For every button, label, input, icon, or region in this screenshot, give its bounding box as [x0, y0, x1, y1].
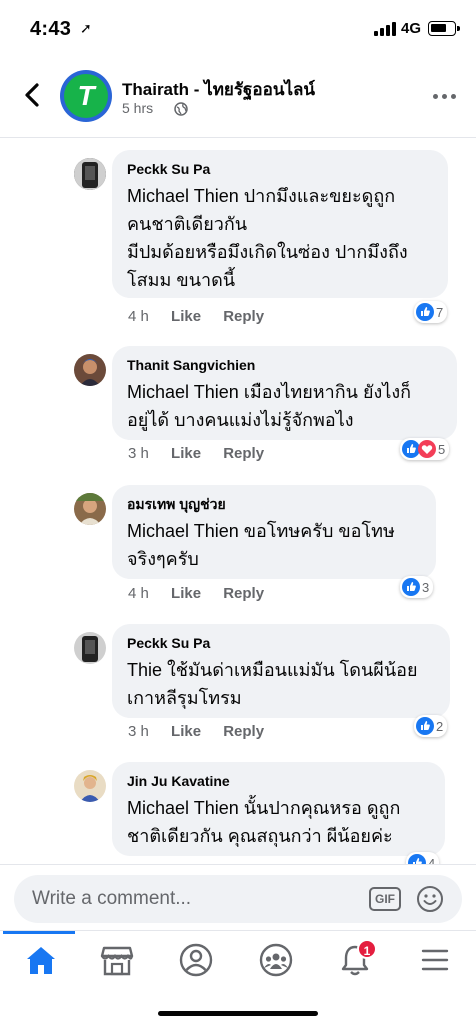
menu-icon	[421, 949, 449, 971]
back-arrow-icon	[25, 83, 39, 107]
comment-bubble: Peckk Su Pa Michael Thien ปากมึงและขยะดู…	[112, 150, 448, 298]
post-header: T Thairath - ไทยรัฐออนไลน์ 5 hrs	[0, 58, 476, 138]
tab-profile[interactable]	[158, 931, 238, 993]
comment-actions: 4 h Like Reply	[128, 585, 282, 602]
comment-author[interactable]: อมรเทพ บุญช่วย	[127, 495, 422, 513]
profile-icon	[179, 943, 213, 977]
comment-text: Michael Thien เมืองไทยหากิน ยังไงก็ อยู่…	[127, 382, 412, 430]
marketplace-icon	[100, 946, 134, 976]
reaction-summary[interactable]: 3	[400, 576, 434, 598]
comment-bubble: Thanit Sangvichien Michael Thien เมืองไท…	[112, 346, 457, 440]
tab-home[interactable]	[3, 931, 83, 993]
reaction-count: 5	[438, 441, 446, 457]
love-reaction-icon	[418, 440, 436, 458]
comment-time: 4 h	[128, 308, 149, 325]
like-button[interactable]: Like	[171, 445, 201, 462]
like-button[interactable]: Like	[171, 585, 201, 602]
tab-notifications[interactable]: 1	[317, 931, 397, 993]
comment-actions: 3 h Like Reply	[128, 445, 282, 462]
comment-text: Michael Thien ขอโทษครับ ขอโทษ จริงๆครับ	[127, 521, 395, 569]
tab-bar: 1	[0, 930, 476, 1030]
reply-button[interactable]: Reply	[223, 445, 264, 462]
comment-bubble: Peckk Su Pa Thie ใช้มันด่าเหมือนแม่มัน โ…	[112, 624, 450, 718]
tab-marketplace[interactable]	[79, 931, 159, 993]
home-icon	[27, 947, 55, 974]
post-time: 5 hrs	[122, 100, 154, 116]
avatar[interactable]	[74, 158, 106, 190]
signal-icon	[374, 22, 396, 36]
battery-icon	[428, 21, 460, 36]
avatar[interactable]	[74, 770, 106, 802]
comment-bubble: อมรเทพ บุญช่วย Michael Thien ขอโทษครับ ข…	[112, 485, 436, 579]
avatar-letter: T	[77, 80, 95, 111]
more-button[interactable]	[430, 86, 460, 106]
comment-actions: 4 h Like Reply	[128, 308, 282, 325]
like-button[interactable]: Like	[171, 308, 201, 325]
location-icon: ➚	[80, 20, 92, 36]
avatar[interactable]	[74, 632, 106, 664]
network-label: 4G	[401, 20, 422, 37]
comment-composer: GIF	[0, 864, 476, 930]
page-avatar[interactable]: T	[60, 70, 112, 122]
reply-button[interactable]: Reply	[223, 308, 264, 325]
like-reaction-icon	[416, 717, 434, 735]
comment-author[interactable]: Peckk Su Pa	[127, 160, 434, 178]
status-time: 4:43	[30, 18, 72, 40]
like-button[interactable]: Like	[171, 723, 201, 740]
avatar[interactable]	[74, 493, 106, 525]
notification-badge: 1	[357, 939, 377, 959]
comment-bubble: Jin Ju Kavatine Michael Thien นั้นปากคุณ…	[112, 762, 445, 856]
comment-text: Michael Thien ปากมึงและขยะดูถูก คนชาติเด…	[127, 186, 408, 290]
reaction-count: 7	[436, 304, 444, 320]
comment-author[interactable]: Thanit Sangvichien	[127, 356, 443, 374]
globe-icon	[174, 102, 188, 116]
comment-text: Thie ใช้มันด่าเหมือนแม่มัน โดนผีน้อย เกา…	[127, 660, 418, 708]
reaction-count: 2	[436, 718, 444, 734]
comment-time: 3 h	[128, 445, 149, 462]
reaction-summary[interactable]: 5	[400, 438, 450, 460]
reaction-summary[interactable]: 7	[414, 301, 448, 323]
reply-button[interactable]: Reply	[223, 585, 264, 602]
comment-author[interactable]: Peckk Su Pa	[127, 634, 436, 652]
like-reaction-icon	[416, 303, 434, 321]
reaction-count: 3	[422, 579, 430, 595]
emoji-icon[interactable]	[416, 885, 444, 913]
reply-button[interactable]: Reply	[223, 723, 264, 740]
gif-button[interactable]: GIF	[369, 887, 401, 911]
tab-groups[interactable]	[238, 931, 318, 993]
comment-time: 4 h	[128, 585, 149, 602]
comment-time: 3 h	[128, 723, 149, 740]
status-bar: 4:43 ➚ 4G	[0, 0, 476, 58]
avatar[interactable]	[74, 354, 106, 386]
like-reaction-icon	[402, 578, 420, 596]
tab-menu[interactable]	[397, 931, 476, 993]
comment-actions: 3 h Like Reply	[128, 723, 282, 740]
groups-icon	[259, 943, 293, 977]
comment-text: Michael Thien นั้นปากคุณหรอ ดูถูก ชาติเด…	[127, 798, 401, 846]
back-button[interactable]	[18, 80, 48, 110]
comment-author[interactable]: Jin Ju Kavatine	[127, 772, 431, 790]
reaction-summary[interactable]: 2	[414, 715, 448, 737]
page-title[interactable]: Thairath - ไทยรัฐออนไลน์	[122, 76, 315, 103]
home-indicator	[158, 1011, 318, 1016]
